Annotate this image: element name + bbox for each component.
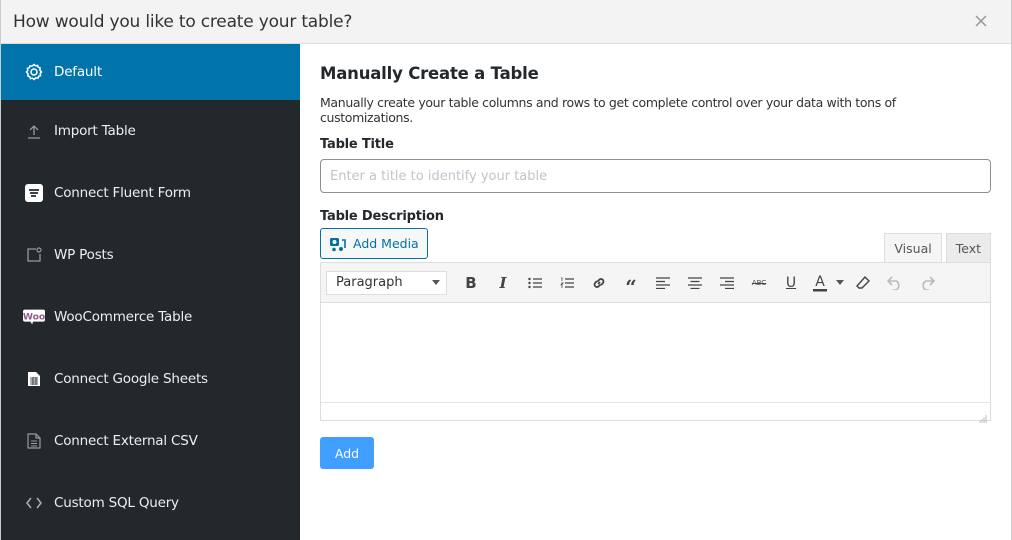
close-button[interactable] [971,11,991,31]
clear-formatting-button[interactable] [847,269,879,297]
text-color-dropdown[interactable] [833,269,847,297]
sidebar-item-label: Connect Fluent Form [54,185,191,201]
table-description-label: Table Description [320,209,444,224]
align-center-icon [688,276,702,289]
editor-content-area[interactable] [321,303,990,403]
add-media-label: Add Media [353,236,419,251]
blockquote-icon: “ [625,274,637,299]
tab-visual[interactable]: Visual [884,233,942,262]
underline-icon: U [785,274,797,291]
sidebar-item-label: Custom SQL Query [54,495,179,511]
bold-button[interactable]: B [455,269,487,297]
bold-icon: B [465,273,477,292]
format-select-value: Paragraph [336,275,403,290]
document-icon [23,430,45,452]
align-left-icon [656,276,670,289]
dialog-title: How would you like to create your table? [13,11,353,32]
italic-button[interactable]: I [487,269,519,297]
create-table-dialog: How would you like to create your table?… [0,0,1012,540]
description-editor: Paragraph B I “ ABC U A [320,262,991,423]
align-right-icon [720,276,734,289]
media-icon [329,236,347,252]
sidebar-item-label: WooCommerce Table [54,309,193,325]
chevron-down-icon [836,280,844,285]
bulleted-list-icon [528,277,542,288]
resize-grip-icon [979,415,987,423]
sidebar-item-label: Connect Google Sheets [54,371,208,387]
redo-icon [922,275,935,290]
sidebar-item-label: Connect External CSV [54,433,198,449]
svg-text:Woo: Woo [23,311,45,322]
align-left-button[interactable] [647,269,679,297]
align-center-button[interactable] [679,269,711,297]
format-select[interactable]: Paragraph [326,270,447,295]
editor-status-bar [321,403,990,423]
table-title-label: Table Title [320,137,394,152]
woocommerce-icon: Woo [23,306,45,328]
sidebar-item-label: WP Posts [54,247,114,263]
strikethrough-icon: ABC [751,278,767,287]
section-title: Manually Create a Table [320,64,539,83]
italic-icon: I [499,273,507,292]
table-title-input[interactable] [320,159,991,193]
align-right-button[interactable] [711,269,743,297]
underline-button[interactable]: U [775,269,807,297]
gear-icon [23,61,45,83]
text-color-icon: A [813,274,827,291]
sidebar-item-label: Import Table [54,123,136,139]
dialog-header: How would you like to create your table? [1,0,1011,44]
sidebar-item-woocommerce-table[interactable]: Woo WooCommerce Table [1,286,300,348]
strikethrough-button[interactable]: ABC [743,269,775,297]
sidebar-item-label: Default [54,64,102,80]
spreadsheet-icon [23,368,45,390]
code-icon [23,492,45,514]
section-description: Manually create your table columns and r… [320,95,896,125]
link-button[interactable] [583,269,615,297]
chevron-down-icon [432,280,440,285]
sidebar-item-wp-posts[interactable]: WP Posts [1,224,300,286]
svg-text:A: A [815,274,825,290]
bulleted-list-button[interactable] [519,269,551,297]
undo-button[interactable] [879,269,911,297]
tab-text[interactable]: Text [945,233,991,262]
sidebar-item-default[interactable]: Default [1,44,300,100]
numbered-list-button[interactable] [551,269,583,297]
redo-button[interactable] [911,269,943,297]
editor-toolbar: Paragraph B I “ ABC U A [321,263,990,303]
sidebar: Default Import Table Connect Fluent Form… [1,44,300,540]
sidebar-item-import-table[interactable]: Import Table [1,100,300,162]
sidebar-item-connect-google-sheets[interactable]: Connect Google Sheets [1,348,300,410]
main-panel: Manually Create a Table Manually create … [300,44,1011,540]
upload-icon [23,120,45,142]
blockquote-button[interactable]: “ [615,269,647,299]
resize-handle[interactable] [977,408,987,423]
sidebar-item-custom-sql-query[interactable]: Custom SQL Query [1,472,300,534]
add-button[interactable]: Add [320,437,374,469]
sidebar-item-connect-external-csv[interactable]: Connect External CSV [1,410,300,472]
undo-icon [887,275,900,290]
close-icon [975,15,987,27]
add-media-button[interactable]: Add Media [320,228,428,259]
sidebar-item-connect-fluent-form[interactable]: Connect Fluent Form [1,162,300,224]
eraser-icon [856,275,870,289]
numbered-list-icon [560,277,574,288]
link-icon [593,277,605,288]
wp-posts-icon [23,244,45,266]
text-color-button[interactable]: A [807,269,833,297]
fluent-form-icon [23,182,45,204]
